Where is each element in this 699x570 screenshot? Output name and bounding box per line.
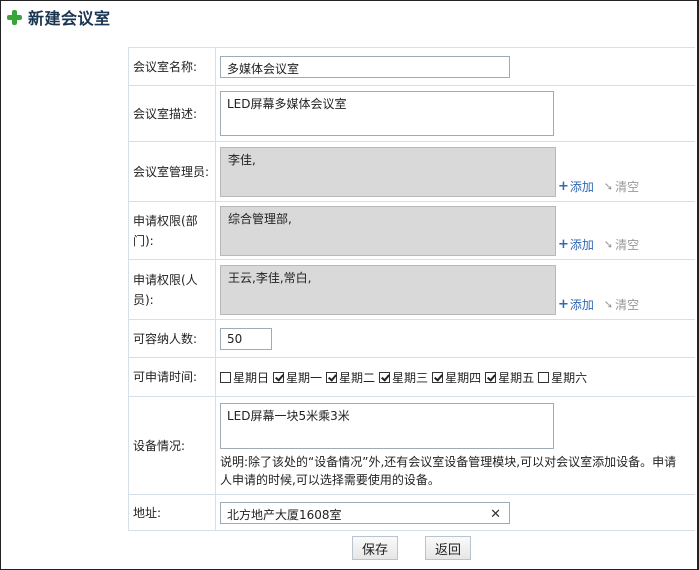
- description-textarea[interactable]: LED屏幕多媒体会议室: [220, 91, 554, 136]
- day-option[interactable]: 星期一: [273, 369, 322, 386]
- day-option[interactable]: 星期二: [326, 369, 375, 386]
- equipment-note: 说明:除了该处的“设备情况”外,还有会议室设备管理模块,可以对会议室添加设备。申…: [220, 454, 677, 487]
- person-permission-label: 申请权限(人员):: [128, 259, 216, 320]
- row-schedule: 可申请时间: 星期日 星期一 星期二 星期三 星期四 星期五 星期六: [128, 357, 695, 397]
- managers-box[interactable]: 李佳,: [220, 146, 556, 197]
- capacity-input[interactable]: 50: [220, 327, 272, 350]
- clear-icon: ➘: [603, 180, 614, 193]
- plus-icon: [7, 10, 22, 25]
- meeting-room-form: 会议室名称: 多媒体会议室 会议室描述: LED屏幕多媒体会议室 会议室管理员:…: [128, 47, 695, 531]
- row-description: 会议室描述: LED屏幕多媒体会议室: [128, 85, 695, 142]
- name-input[interactable]: 多媒体会议室: [220, 55, 510, 78]
- back-button[interactable]: 返回: [425, 536, 472, 560]
- name-label: 会议室名称:: [128, 47, 216, 86]
- equipment-textarea[interactable]: LED屏幕一块5米乘3米: [220, 402, 554, 449]
- add-icon: +: [558, 297, 569, 312]
- dept-add-link[interactable]: + 添加: [558, 236, 594, 253]
- checkbox[interactable]: [538, 371, 550, 383]
- managers-label: 会议室管理员:: [128, 141, 216, 202]
- close-icon[interactable]: ✕: [490, 507, 501, 522]
- managers-add-link[interactable]: + 添加: [558, 178, 594, 195]
- day-option[interactable]: 星期四: [432, 369, 481, 386]
- description-label: 会议室描述:: [128, 85, 216, 142]
- row-dept-permission: 申请权限(部门): 综合管理部, + 添加 ➘ 清空: [128, 201, 695, 260]
- address-input[interactable]: 北方地产大厦1608室 ✕: [220, 501, 510, 524]
- checkbox[interactable]: [432, 371, 444, 383]
- day-checkboxes: 星期日 星期一 星期二 星期三 星期四 星期五 星期六: [220, 358, 695, 396]
- dept-permission-box[interactable]: 综合管理部,: [220, 205, 556, 256]
- row-person-permission: 申请权限(人员): 王云,李佳,常白, + 添加 ➘ 清空: [128, 259, 695, 320]
- row-capacity: 可容纳人数: 50: [128, 319, 695, 358]
- person-add-link[interactable]: + 添加: [558, 296, 594, 313]
- person-clear-link[interactable]: ➘ 清空: [604, 296, 639, 313]
- capacity-label: 可容纳人数:: [128, 319, 216, 358]
- schedule-label: 可申请时间:: [128, 357, 216, 397]
- page-title: 新建会议室: [28, 9, 111, 28]
- row-managers: 会议室管理员: 李佳, + 添加 ➘ 清空: [128, 141, 695, 202]
- row-equipment: 设备情况: LED屏幕一块5米乘3米 说明:除了该处的“设备情况”外,还有会议室…: [128, 396, 695, 495]
- clear-icon: ➘: [603, 298, 614, 311]
- checkbox[interactable]: [379, 371, 391, 383]
- form-buttons: 保存 返回: [352, 536, 498, 560]
- day-option[interactable]: 星期五: [485, 369, 534, 386]
- person-permission-box[interactable]: 王云,李佳,常白,: [220, 264, 556, 315]
- left-margin: [4, 34, 128, 566]
- row-address: 地址: 北方地产大厦1608室 ✕: [128, 494, 695, 531]
- row-name: 会议室名称: 多媒体会议室: [128, 47, 695, 86]
- address-label: 地址:: [128, 494, 216, 531]
- checkbox[interactable]: [485, 371, 497, 383]
- checkbox[interactable]: [273, 371, 285, 383]
- managers-clear-link[interactable]: ➘ 清空: [604, 178, 639, 195]
- day-option[interactable]: 星期六: [538, 369, 587, 386]
- clear-icon: ➘: [603, 238, 614, 251]
- address-value: 北方地产大厦1608室: [227, 507, 342, 522]
- save-button[interactable]: 保存: [352, 536, 399, 560]
- add-icon: +: [558, 179, 569, 194]
- day-option[interactable]: 星期三: [379, 369, 428, 386]
- day-option[interactable]: 星期日: [220, 369, 269, 386]
- checkbox[interactable]: [326, 371, 338, 383]
- page-header: 新建会议室: [3, 3, 693, 31]
- add-icon: +: [558, 237, 569, 252]
- equipment-label: 设备情况:: [128, 396, 216, 495]
- dept-permission-label: 申请权限(部门):: [128, 201, 216, 260]
- dept-clear-link[interactable]: ➘ 清空: [604, 236, 639, 253]
- checkbox[interactable]: [220, 371, 231, 383]
